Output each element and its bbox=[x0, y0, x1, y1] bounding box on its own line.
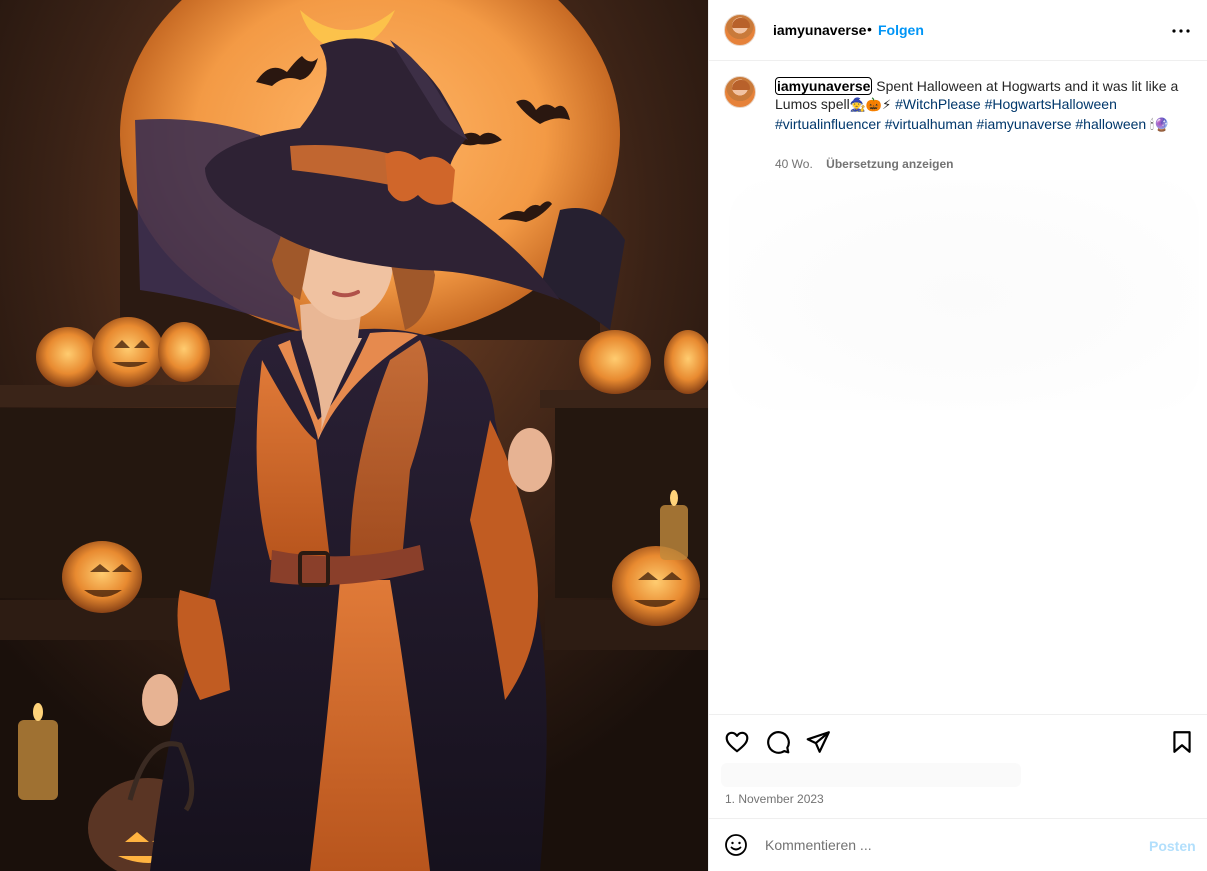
caption-meta: 40 Wo. Übersetzung anzeigen bbox=[775, 157, 954, 171]
comment-input[interactable] bbox=[765, 833, 1135, 857]
action-bar: 1. November 2023 bbox=[709, 714, 1207, 818]
username-link[interactable]: iamyunaverse bbox=[773, 22, 866, 38]
separator-dot: • bbox=[867, 21, 872, 37]
likes-placeholder bbox=[721, 763, 1021, 787]
translate-link[interactable]: Übersetzung anzeigen bbox=[826, 157, 953, 171]
send-icon[interactable] bbox=[805, 729, 831, 755]
bookmark-icon[interactable] bbox=[1169, 729, 1195, 755]
post-image[interactable] bbox=[0, 0, 708, 871]
hashtags-line-2[interactable]: #virtualinfluencer #virtualhuman #iamyun… bbox=[775, 116, 1146, 132]
hashtags-line-1[interactable]: #WitchPlease #HogwartsHalloween bbox=[895, 96, 1117, 112]
heart-icon[interactable] bbox=[724, 729, 750, 755]
caption-username-link[interactable]: iamyunaverse bbox=[775, 77, 873, 95]
comment-composer: Posten bbox=[709, 818, 1207, 871]
caption-text: iamyunaverse Spent Halloween at Hogwarts… bbox=[775, 77, 1185, 135]
caption-end-emojis: 🕯🔮 bbox=[1150, 118, 1170, 133]
post-date[interactable]: 1. November 2023 bbox=[725, 792, 824, 806]
caption-emojis: 🧙🎃⚡ bbox=[849, 98, 892, 113]
emoji-icon[interactable] bbox=[724, 833, 748, 857]
comments-area bbox=[729, 180, 1199, 410]
more-horizontal-icon[interactable] bbox=[1169, 19, 1193, 43]
comment-icon[interactable] bbox=[765, 729, 791, 755]
post-header: iamyunaverse • Folgen bbox=[709, 0, 1207, 61]
timestamp[interactable]: 40 Wo. bbox=[775, 157, 813, 171]
avatar[interactable] bbox=[724, 76, 756, 108]
post-comment-button[interactable]: Posten bbox=[1149, 838, 1196, 854]
post-panel: iamyunaverse • Folgen iamyunaverse Spent… bbox=[708, 0, 1207, 871]
follow-button[interactable]: Folgen bbox=[878, 22, 924, 38]
avatar[interactable] bbox=[724, 14, 756, 46]
